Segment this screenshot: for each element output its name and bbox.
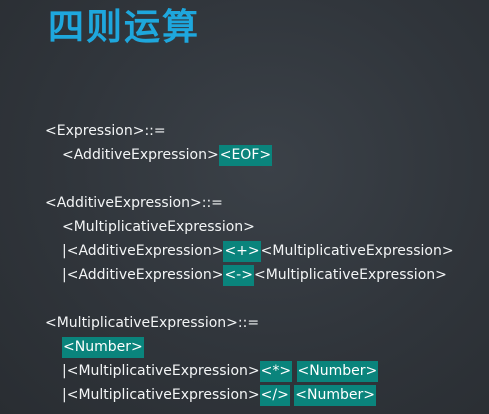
rule-additive-head: <AdditiveExpression>::= xyxy=(45,195,223,211)
terminal-token-multiply: <*> xyxy=(259,361,293,382)
rule-multiplicative-alt3: |<MultiplicativeExpression></> <Number> xyxy=(62,384,376,406)
terminal-token-plus: <+> xyxy=(223,241,261,262)
rule-additive-alt1: <MultiplicativeExpression> xyxy=(62,219,255,235)
nonterminal-text: |<MultiplicativeExpression> xyxy=(62,363,260,379)
rule-additive-alt3: |<AdditiveExpression><-><MultiplicativeE… xyxy=(62,264,447,286)
grammar-rules: <Expression>::= <AdditiveExpression><EOF… xyxy=(0,0,489,414)
nonterminal-text: <MultiplicativeExpression> xyxy=(260,243,454,259)
terminal-token-minus: <-> xyxy=(223,265,254,286)
rule-multiplicative-alt1: <Number> xyxy=(62,336,144,358)
nonterminal-text: <AdditiveExpression> xyxy=(62,147,219,163)
rule-expression-head: <Expression>::= xyxy=(45,123,166,139)
rule-multiplicative-head: <MultiplicativeExpression>::= xyxy=(45,315,260,331)
terminal-token-eof: <EOF> xyxy=(218,145,273,166)
terminal-token-divide: </> xyxy=(259,385,290,406)
nonterminal-text: |<AdditiveExpression> xyxy=(62,243,224,259)
nonterminal-text: <MultiplicativeExpression> xyxy=(253,267,447,283)
nonterminal-text: |<MultiplicativeExpression> xyxy=(62,387,260,403)
slide: 四则运算 <Expression>::= <AdditiveExpression… xyxy=(0,0,489,414)
rule-additive-alt2: |<AdditiveExpression><+><MultiplicativeE… xyxy=(62,240,454,262)
terminal-token-number: <Number> xyxy=(294,385,376,406)
rule-expression-body: <AdditiveExpression><EOF> xyxy=(62,144,273,166)
rule-multiplicative-alt2: |<MultiplicativeExpression><*> <Number> xyxy=(62,360,379,382)
terminal-token-number: <Number> xyxy=(62,337,144,358)
terminal-token-number: <Number> xyxy=(296,361,379,382)
nonterminal-text: |<AdditiveExpression> xyxy=(62,267,224,283)
